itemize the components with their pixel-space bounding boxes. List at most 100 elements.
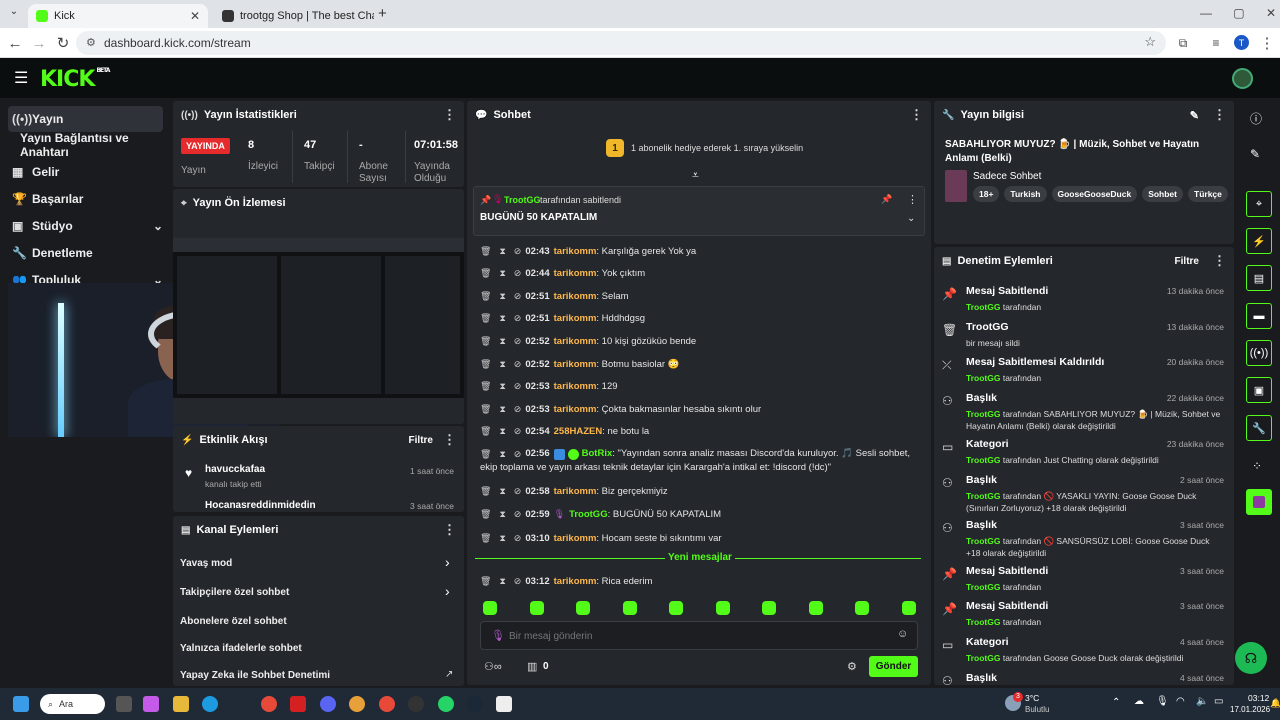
delete-icon[interactable]: 🗑 [480,576,491,587]
timeout-icon[interactable]: ⧗ [499,268,505,279]
tab-kick[interactable]: Kick ✕ [28,4,208,28]
message-user[interactable]: BotRix [582,447,613,461]
browser-menu-icon[interactable]: ⋮ [1254,28,1280,58]
reload-icon[interactable]: ↻ [50,28,76,58]
info-icon[interactable]: ⓘ [1250,110,1262,127]
wifi-icon[interactable]: ◠ [1176,696,1185,707]
activity-filter-button[interactable]: Filtre [409,435,433,446]
file-explorer-icon[interactable] [173,696,189,712]
battery-icon[interactable]: ▭ [1214,696,1223,707]
mod-actor[interactable]: TrootGG [966,582,1000,592]
timeout-icon[interactable]: ⧗ [499,426,505,437]
moderation-item[interactable]: 📌 Mesaj Sabitlendi 3 saat önce TrootGG tara… [942,563,1232,597]
message-user[interactable]: tarikomm [554,313,597,324]
discord-icon[interactable] [320,696,336,712]
ban-icon[interactable]: ⊘ [514,509,522,520]
timeout-icon[interactable]: ⧗ [499,404,505,415]
task-view-icon[interactable] [116,696,132,712]
new-tab-icon[interactable]: + [378,5,387,22]
emote-icon[interactable] [715,601,730,615]
moderation-item[interactable]: ▭ Kategori 4 saat önce TrootGG tarafından G… [942,634,1232,668]
back-icon[interactable]: ← [2,28,28,58]
sidebar-item-yayin[interactable]: ((•)) Yayın [8,106,163,132]
preview-video[interactable] [173,238,464,398]
emote-icon[interactable] [762,601,776,615]
more-icon[interactable]: ⋮ [907,193,918,206]
hamburger-menu-icon[interactable]: ☰ [14,68,28,88]
message-user[interactable]: tarikomm [554,359,597,370]
delete-icon[interactable]: 🗑 [480,313,491,324]
profile-avatar[interactable]: T [1234,35,1249,50]
gift-icon[interactable]: ▥ [527,660,537,673]
url-input[interactable]: ⚙ dashboard.kick.com/stream ☆ [76,31,1166,55]
external-link-icon[interactable]: ↗ [445,669,453,680]
timeout-icon[interactable]: ⧗ [499,381,505,392]
expand-chat-icon[interactable]: ⩡ [692,168,699,183]
support-chat-button[interactable]: ☊ [1235,642,1267,674]
copilot-icon[interactable] [143,696,159,712]
tab-trootgg-shop[interactable]: trootgg Shop | The best ChatB ✕ [214,4,374,28]
ban-icon[interactable]: ⊘ [514,486,522,497]
whatsapp-icon[interactable] [438,696,454,712]
ban-icon[interactable]: ⊘ [514,426,522,437]
chevron-down-icon[interactable]: ⌄ [907,213,915,224]
steam-icon[interactable] [467,696,483,712]
ban-icon[interactable]: ⊘ [514,404,522,415]
maximize-icon[interactable]: ▢ [1233,6,1244,20]
taskbar-search[interactable]: ⌕ Ara [40,694,105,714]
clock-time[interactable]: 03:12 [1248,693,1269,703]
delete-icon[interactable]: 🗑 [480,381,491,392]
moderation-item[interactable]: ⚇ Başlık 3 saat önce TrootGG tarafından 🚫 S… [942,517,1232,558]
timeout-icon[interactable]: ⧗ [499,246,505,257]
delete-icon[interactable]: 🗑 [480,336,491,347]
community-icon[interactable]: ⚇∞ [484,660,502,673]
chat-input-box[interactable]: 🎙 ☺ [480,621,918,650]
ban-icon[interactable]: ⊘ [514,359,522,370]
delete-icon[interactable]: 🗑 [480,509,491,520]
message-user[interactable]: tarikomm [554,404,597,415]
moderation-item[interactable]: 📌 Mesaj Sabitlendi 3 saat önce TrootGG tara… [942,598,1232,632]
app-icon[interactable] [496,696,512,712]
timeout-icon[interactable]: ⧗ [499,533,505,544]
ban-icon[interactable]: ⊘ [514,291,522,302]
mic-icon[interactable]: 🎙 [1156,696,1169,707]
sidebar-item-studyo[interactable]: ▣ Stüdyo ⌄ [8,213,163,239]
tag[interactable]: 18+ [973,186,1000,202]
ban-icon[interactable]: ⊘ [514,447,522,461]
moderation-widget-button[interactable]: 🔧 [1246,415,1272,441]
tag[interactable]: Türkçe [1188,186,1228,202]
extensions-icon[interactable]: ⧉ [1170,28,1196,58]
tag[interactable]: Sohbet [1142,186,1183,202]
more-icon[interactable]: ⋮ [910,107,923,123]
emoji-picker-icon[interactable]: ☺ [897,628,908,640]
tray-chevron-icon[interactable]: ⌃ [1112,697,1120,708]
timeout-icon[interactable]: ⧗ [499,447,505,461]
mod-actor[interactable]: TrootGG [966,653,1000,663]
emote-icon[interactable] [622,601,637,615]
unpin-icon[interactable]: 📌 [881,194,892,205]
chevron-right-icon[interactable]: › [445,554,450,570]
chevron-right-icon[interactable]: › [445,583,450,599]
cloud-icon[interactable]: ☁ [1134,696,1144,707]
message-user[interactable]: tarikomm [554,336,597,347]
chat-widget-button[interactable]: ▬ [1246,303,1272,329]
moderation-item[interactable]: ⚇ Başlık 22 dakika önce TrootGG tarafından … [942,390,1232,431]
forward-icon[interactable]: → [26,28,52,58]
emote-icon[interactable] [901,601,916,615]
ban-icon[interactable]: ⊘ [514,336,522,347]
chrome-profile-icon[interactable] [349,696,365,712]
sidebar-item-gelir[interactable]: ▦ Gelir [8,159,163,185]
chrome-active-icon[interactable] [379,696,395,712]
send-button[interactable]: Gönder [869,656,918,677]
broadcast-widget-button[interactable]: ((•)) [1246,340,1272,366]
mod-actor[interactable]: TrootGG [966,302,1000,312]
category-thumbnail[interactable] [945,170,967,202]
minimize-icon[interactable]: — [1200,6,1212,20]
more-icon[interactable]: ⋮ [443,432,456,448]
ban-icon[interactable]: ⊘ [514,313,522,324]
moderation-item[interactable]: ▭ Kategori 23 dakika önce TrootGG tarafında… [942,436,1232,470]
sidebar-item-denetleme[interactable]: 🔧 Denetleme [8,240,163,266]
reading-list-icon[interactable]: ≡ [1203,28,1229,58]
notes-widget-button[interactable]: ▤ [1246,265,1272,291]
mod-actor[interactable]: TrootGG [966,455,1000,465]
